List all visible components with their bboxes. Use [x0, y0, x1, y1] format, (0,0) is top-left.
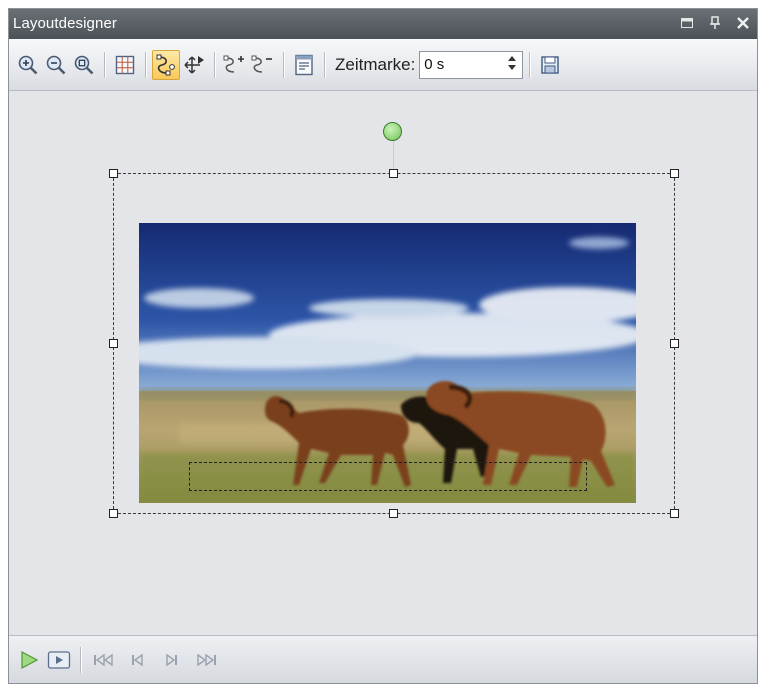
- rotation-handle[interactable]: [383, 122, 402, 141]
- preview-icon[interactable]: [44, 646, 74, 674]
- text-placeholder-box[interactable]: [189, 462, 587, 491]
- motion-path-icon[interactable]: [152, 50, 180, 80]
- window-controls: [677, 13, 753, 33]
- playback-separator: [80, 647, 81, 673]
- add-keyframe-icon[interactable]: [221, 50, 249, 80]
- resize-handle-bottom[interactable]: [389, 509, 398, 518]
- zoom-fit-icon[interactable]: [70, 50, 98, 80]
- properties-icon[interactable]: [290, 50, 318, 80]
- move-anchor-icon[interactable]: [180, 50, 208, 80]
- layoutdesigner-window: Layoutdesigner Zeitmarke: 0 s: [8, 8, 758, 684]
- timestamp-spinner[interactable]: 0 s: [419, 51, 524, 79]
- resize-handle-top-left[interactable]: [109, 169, 118, 178]
- resize-handle-top-right[interactable]: [670, 169, 679, 178]
- horses-image[interactable]: [139, 223, 636, 503]
- pin-icon[interactable]: [705, 13, 725, 33]
- remove-keyframe-icon[interactable]: [249, 50, 277, 80]
- toolbar: Zeitmarke: 0 s: [9, 39, 757, 91]
- spinner-arrows[interactable]: [508, 55, 517, 71]
- toolbar-separator: [529, 52, 531, 78]
- window-title: Layoutdesigner: [13, 15, 117, 32]
- toolbar-separator: [104, 52, 105, 78]
- resize-handle-bottom-left[interactable]: [109, 509, 118, 518]
- grid-icon[interactable]: [111, 50, 139, 80]
- resize-handle-top[interactable]: [389, 169, 398, 178]
- first-keyframe-icon[interactable]: [87, 646, 121, 674]
- next-keyframe-icon[interactable]: [155, 646, 189, 674]
- previous-keyframe-icon[interactable]: [121, 646, 155, 674]
- window-position-icon[interactable]: [677, 13, 697, 33]
- toolbar-separator: [283, 52, 284, 78]
- timestamp-label: Zeitmarke:: [335, 55, 416, 74]
- design-canvas[interactable]: [9, 91, 757, 637]
- spinner-down-icon: [508, 65, 517, 70]
- toolbar-separator: [214, 52, 215, 78]
- save-icon[interactable]: [536, 50, 564, 80]
- zoom-in-icon[interactable]: [14, 50, 42, 80]
- close-icon[interactable]: [733, 13, 753, 33]
- timestamp-value[interactable]: 0 s: [424, 56, 444, 73]
- play-icon[interactable]: [14, 646, 44, 674]
- resize-handle-left[interactable]: [109, 339, 118, 348]
- toolbar-separator: [145, 52, 146, 78]
- resize-handle-bottom-right[interactable]: [670, 509, 679, 518]
- toolbar-separator: [324, 52, 325, 78]
- zoom-out-icon[interactable]: [42, 50, 70, 80]
- last-keyframe-icon[interactable]: [189, 646, 223, 674]
- resize-handle-right[interactable]: [670, 339, 679, 348]
- spinner-up-icon: [508, 56, 517, 61]
- title-bar: Layoutdesigner: [9, 9, 757, 39]
- playback-bar: [9, 635, 757, 683]
